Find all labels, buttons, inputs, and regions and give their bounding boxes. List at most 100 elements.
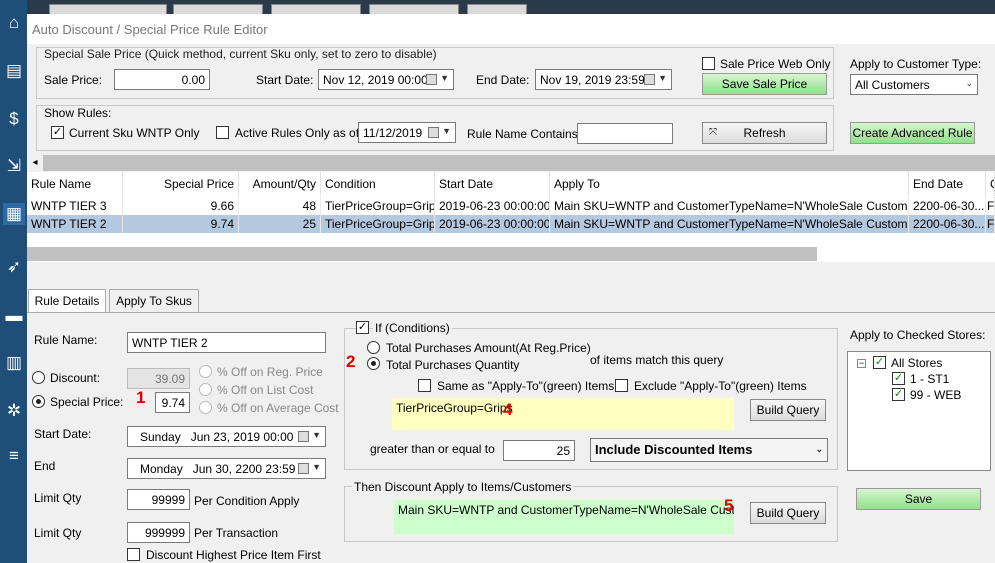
rocket-icon[interactable]: ➶ xyxy=(3,256,25,278)
if-conditions-checkbox[interactable]: ✓ xyxy=(356,321,369,334)
customer-type-select[interactable]: All Customers ⌄ xyxy=(850,74,978,95)
scroll-left-icon[interactable]: ◂ xyxy=(27,155,43,171)
chevron-down-icon[interactable]: ▼ xyxy=(312,462,321,472)
sale-price-input[interactable]: 0.00 xyxy=(114,69,210,90)
stores-label: Apply to Checked Stores: xyxy=(850,328,986,342)
rule-start-label: Start Date: xyxy=(34,427,92,441)
store-st1-checkbox[interactable]: ✓ xyxy=(892,372,905,385)
include-discounted-value: Include Discounted Items xyxy=(595,442,753,457)
build-apply-to-query-button[interactable]: Build Query xyxy=(750,502,826,524)
limit-per-condition-input[interactable]: 99999 xyxy=(127,489,190,510)
all-stores-checkbox[interactable]: ✓ xyxy=(873,356,886,369)
limit-per-transaction-label: Per Transaction xyxy=(194,526,279,540)
exclude-apply-to-label: Exclude "Apply-To"(green) Items xyxy=(634,379,807,393)
rule-end-date-picker[interactable]: Monday Jun 30, 2200 23:59 ▼ xyxy=(127,458,326,479)
active-only-checkbox[interactable] xyxy=(216,126,229,139)
background-tab[interactable] xyxy=(467,4,527,14)
total-qty-radio[interactable] xyxy=(367,357,380,370)
column-header[interactable]: Amount/Qty xyxy=(239,172,321,196)
discount-input: 39.09 xyxy=(127,368,190,389)
column-header[interactable]: C xyxy=(986,172,995,196)
calendar-icon[interactable] xyxy=(298,431,309,442)
same-as-apply-to-label: Same as "Apply-To"(green) Items xyxy=(437,379,615,393)
special-price-radio[interactable] xyxy=(32,395,45,408)
cell-amount: 48 xyxy=(239,197,321,215)
sale-start-date-picker[interactable]: Nov 12, 2019 00:00 ▼ xyxy=(318,69,454,90)
active-date-picker[interactable]: 11/12/2019 ▼ xyxy=(358,122,456,143)
rule-name-input[interactable]: WNTP TIER 2 xyxy=(127,332,326,353)
highest-price-checkbox[interactable] xyxy=(127,548,140,561)
include-discounted-select[interactable]: Include Discounted Items ⌄ xyxy=(590,438,828,462)
grid-scrollbar-top[interactable]: ◂ xyxy=(27,155,995,171)
calendar-icon[interactable] xyxy=(644,74,655,85)
same-as-apply-to-checkbox[interactable] xyxy=(418,379,431,392)
column-header[interactable]: Condition xyxy=(321,172,435,196)
calendar-icon[interactable] xyxy=(426,74,437,85)
off-average-cost-label: % Off on Average Cost xyxy=(217,401,339,415)
calendar-icon[interactable] xyxy=(298,463,309,474)
column-header[interactable]: Special Price xyxy=(123,172,239,196)
column-header[interactable]: Start Date xyxy=(435,172,550,196)
tab-apply-to-skus[interactable]: Apply To Skus xyxy=(109,289,199,312)
exclude-apply-to-checkbox[interactable] xyxy=(615,379,628,392)
column-header[interactable]: Apply To xyxy=(550,172,909,196)
limit-per-transaction-input[interactable]: 999999 xyxy=(127,522,190,543)
stores-tree: − ✓ All Stores ✓ 1 - ST1 ✓ 99 - WEB xyxy=(847,351,991,471)
discount-radio[interactable] xyxy=(32,371,45,384)
total-amount-radio[interactable] xyxy=(367,341,380,354)
create-advanced-rule-button[interactable]: Create Advanced Rule xyxy=(850,122,975,144)
refresh-icon: ⤧ xyxy=(709,127,717,138)
rule-name-filter-input[interactable] xyxy=(577,123,673,144)
build-condition-query-button[interactable]: Build Query xyxy=(750,399,826,421)
off-list-cost-label: % Off on List Cost xyxy=(217,383,314,397)
sale-end-date-picker[interactable]: Nov 19, 2019 23:59 ▼ xyxy=(535,69,672,90)
current-sku-checkbox[interactable]: ✓ xyxy=(51,126,64,139)
discount-label: Discount: xyxy=(50,371,101,385)
app-sidebar: ⌂ ▤ $ ⇲ ▦ ➶ ▬ ▥ ✲ ≡ xyxy=(0,0,27,563)
gear-icon[interactable]: ✲ xyxy=(3,400,25,422)
calendar-icon[interactable] xyxy=(428,127,439,138)
background-tab[interactable] xyxy=(271,4,361,14)
refresh-label: Refresh xyxy=(743,126,786,140)
active-only-label: Active Rules Only as of xyxy=(235,126,360,140)
chevron-down-icon[interactable]: ▼ xyxy=(440,73,449,83)
table-row[interactable]: WNTP TIER 3 9.66 48 TierPriceGroup=Grips… xyxy=(27,197,995,215)
chevron-down-icon[interactable]: ▼ xyxy=(312,430,321,440)
sale-start-date: Nov 12, 2019 00:00 xyxy=(323,73,428,87)
rule-start-date-picker[interactable]: Sunday Jun 23, 2019 00:00 ▼ xyxy=(127,426,326,447)
menu-icon[interactable]: ≡ xyxy=(3,445,25,467)
active-date: 11/12/2019 xyxy=(363,126,423,140)
save-rule-button[interactable]: Save xyxy=(856,488,981,510)
background-tab[interactable] xyxy=(49,4,167,14)
save-sale-price-button[interactable]: Save Sale Price xyxy=(702,73,827,95)
current-sku-label: Current Sku WNTP Only xyxy=(69,126,200,140)
web-only-checkbox[interactable] xyxy=(702,57,715,70)
chevron-down-icon[interactable]: ▼ xyxy=(658,73,667,83)
cell-special-price: 9.66 xyxy=(123,197,239,215)
report-icon[interactable]: ▥ xyxy=(3,352,25,374)
truck-icon[interactable]: ▬ xyxy=(3,305,25,327)
home-icon[interactable]: ⌂ xyxy=(3,12,25,34)
off-average-cost-radio xyxy=(199,401,212,414)
collapse-icon[interactable]: − xyxy=(857,359,866,368)
special-price-input[interactable]: 9.74 xyxy=(155,392,190,413)
condition-qty-input[interactable]: 25 xyxy=(503,440,575,461)
background-tab[interactable] xyxy=(369,4,459,14)
apply-to-query-box[interactable]: Main SKU=WNTP and CustomerTypeName=N'Who… xyxy=(394,500,734,534)
export-icon[interactable]: ⇲ xyxy=(3,155,25,177)
store-web-checkbox[interactable]: ✓ xyxy=(892,388,905,401)
column-header[interactable]: Rule Name xyxy=(27,172,123,196)
refresh-button[interactable]: ⤧ Refresh xyxy=(702,122,827,144)
condition-query-box[interactable]: TierPriceGroup=Grips xyxy=(392,398,734,430)
customer-type-label: Apply to Customer Type: xyxy=(850,57,982,71)
grid-scrollbar-bottom[interactable] xyxy=(27,247,817,261)
off-list-cost-radio xyxy=(199,383,212,396)
column-header[interactable]: End Date xyxy=(909,172,986,196)
tab-rule-details[interactable]: Rule Details xyxy=(28,289,106,312)
chevron-down-icon[interactable]: ▼ xyxy=(442,126,451,136)
background-tab[interactable] xyxy=(173,4,263,14)
grid-icon[interactable]: ▦ xyxy=(3,203,25,225)
table-row-selected[interactable]: WNTP TIER 2 9.74 25 TierPriceGroup=Grips… xyxy=(27,215,995,233)
register-icon[interactable]: ▤ xyxy=(3,60,25,82)
dollar-icon[interactable]: $ xyxy=(3,108,25,130)
